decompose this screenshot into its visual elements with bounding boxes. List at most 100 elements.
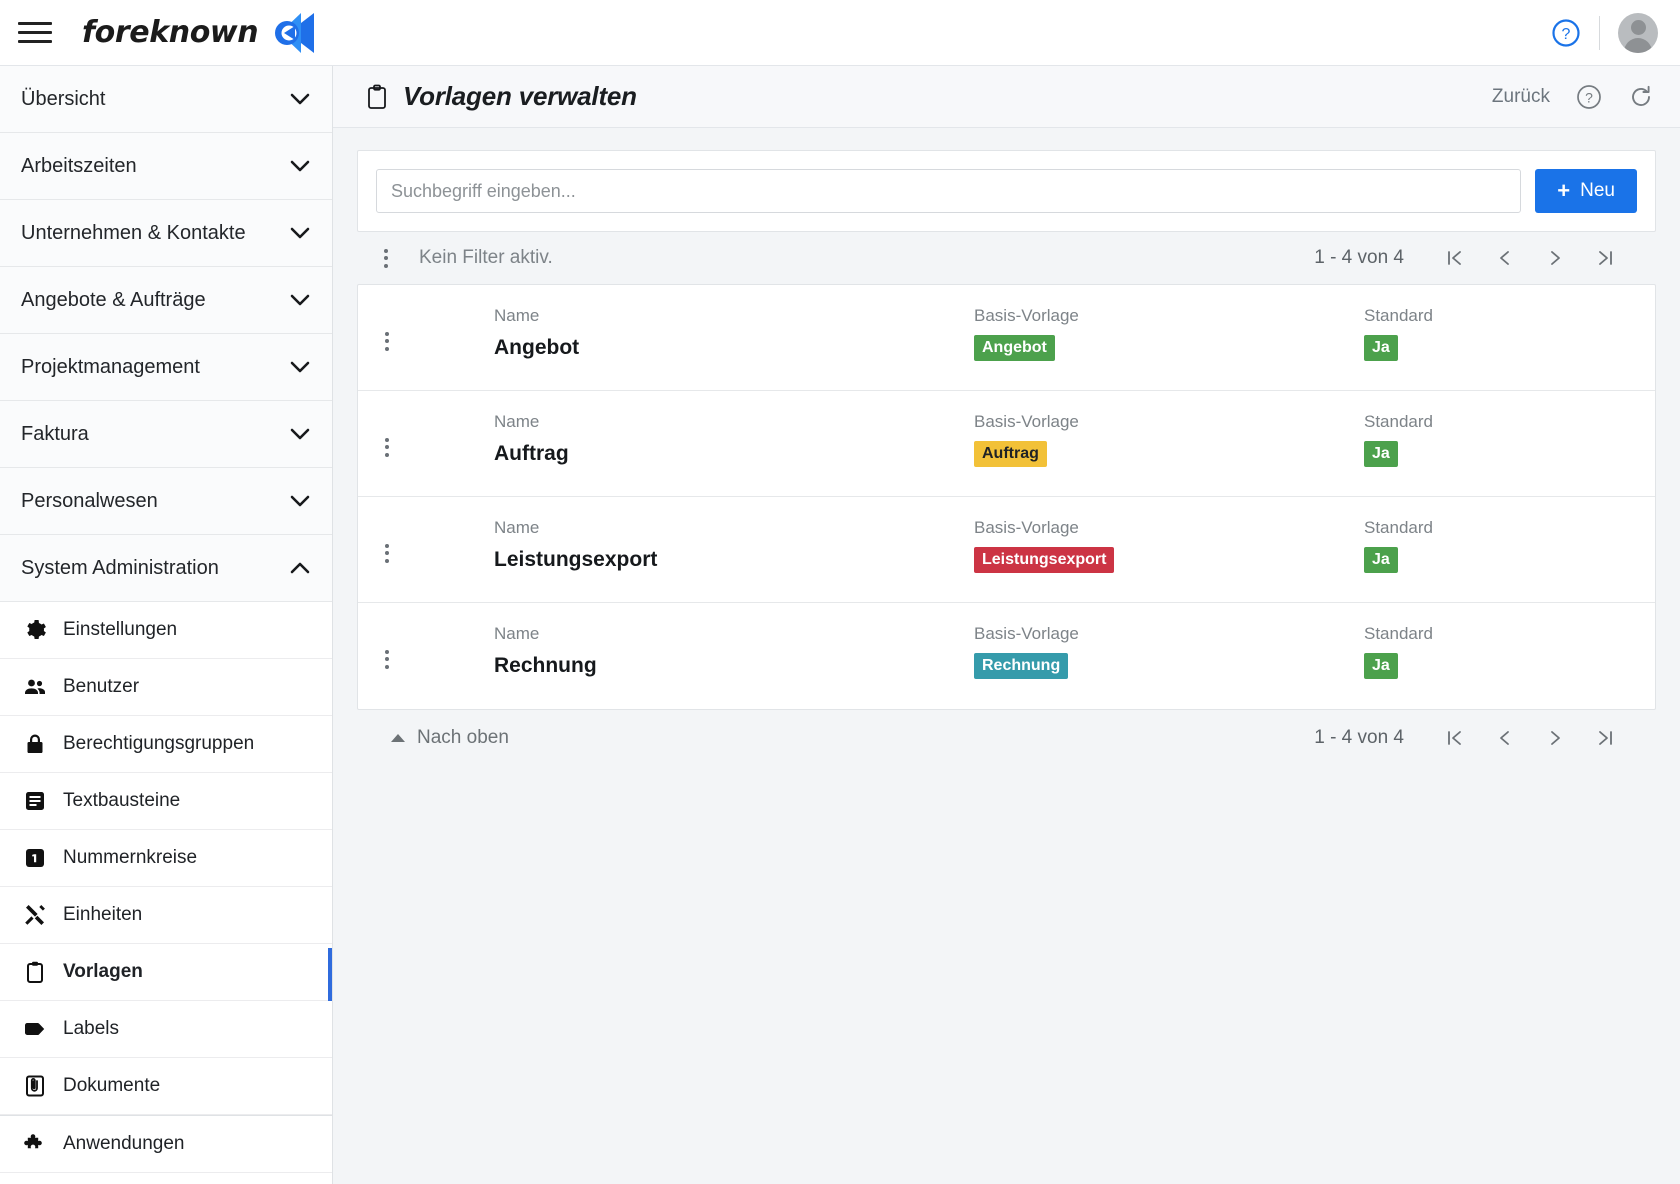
sidebar-item-berechtigungsgruppen[interactable]: Berechtigungsgruppen <box>0 716 332 773</box>
sidebar-item-vorlagen[interactable]: Vorlagen <box>0 944 332 1004</box>
caret-up-icon <box>391 734 405 742</box>
sidebar-item-einheiten[interactable]: Einheiten <box>0 887 332 944</box>
back-button[interactable]: Zurück <box>1492 86 1550 108</box>
kebab-menu-icon[interactable] <box>376 435 398 459</box>
sidebar-item-label: Berechtigungsgruppen <box>63 733 255 754</box>
chevron-down-icon <box>290 294 310 306</box>
sidebar-item-label: Vorlagen <box>63 961 143 982</box>
sidebar-item-einstellungen[interactable]: Einstellungen <box>0 602 332 659</box>
standard-badge: Ja <box>1364 546 1398 574</box>
filter-bar: Kein Filter aktiv. 1 - 4 von 4 <box>357 232 1656 284</box>
sidebar-item-textbausteine[interactable]: Textbausteine <box>0 773 332 830</box>
cell-basis-vorlage: Basis-Vorlage Rechnung <box>974 624 1364 680</box>
avatar[interactable] <box>1618 12 1658 53</box>
sidebar-item-dokumente[interactable]: Dokumente <box>0 1058 332 1115</box>
chevron-down-icon <box>290 495 310 507</box>
gear-icon <box>27 620 46 639</box>
sidebar-item-label: Textbausteine <box>63 790 181 811</box>
content-area: + Neu Kein Filter aktiv. 1 - 4 von 4 <box>333 128 1680 766</box>
first-page-icon[interactable] <box>1430 240 1480 276</box>
first-page-icon[interactable] <box>1430 720 1480 756</box>
sidebar-group-system-administration[interactable]: System Administration <box>0 535 332 602</box>
table-row[interactable]: Name Angebot Basis-Vorlage Angebot Stand… <box>358 285 1655 391</box>
new-button-label: Neu <box>1580 180 1615 201</box>
chevron-up-icon <box>290 562 310 574</box>
cell-name: Name Auftrag <box>494 412 974 466</box>
kebab-menu-icon[interactable] <box>375 246 397 270</box>
table-row[interactable]: Name Leistungsexport Basis-Vorlage Leist… <box>358 497 1655 603</box>
sidebar-group-angebote-auftraege[interactable]: Angebote & Aufträge <box>0 267 332 334</box>
scroll-to-top-button[interactable]: Nach oben <box>391 727 509 749</box>
people-icon <box>25 679 45 694</box>
column-header-standard: Standard <box>1364 518 1433 537</box>
sidebar-item-label: Anwendungen <box>63 1133 185 1154</box>
sidebar-group-personalwesen[interactable]: Personalwesen <box>0 468 332 535</box>
basis-vorlage-badge: Angebot <box>974 334 1055 362</box>
sidebar-group-uebersicht[interactable]: Übersicht <box>0 66 332 133</box>
app-topbar: foreknown ? <box>0 0 1680 66</box>
sidebar-group-faktura[interactable]: Faktura <box>0 401 332 468</box>
search-input[interactable] <box>376 169 1522 213</box>
standard-badge: Ja <box>1364 334 1398 362</box>
sidebar-item-label: Dokumente <box>63 1075 161 1096</box>
page-header: Vorlagen verwalten Zurück ? <box>333 66 1680 128</box>
last-page-icon[interactable] <box>1580 240 1630 276</box>
sidebar-group-arbeitszeiten[interactable]: Arbeitszeiten <box>0 133 332 200</box>
cell-standard: Standard Ja <box>1364 624 1629 680</box>
sidebar-group-label: Personalwesen <box>21 489 158 512</box>
text-block-icon <box>26 792 44 810</box>
last-page-icon[interactable] <box>1580 720 1630 756</box>
sidebar-group-label: System Administration <box>21 556 219 579</box>
scroll-to-top-label: Nach oben <box>417 727 509 748</box>
document-attachment-icon <box>26 1075 44 1097</box>
new-button[interactable]: + Neu <box>1535 169 1637 213</box>
help-circle-icon[interactable]: ? <box>1551 18 1581 48</box>
cell-standard: Standard Ja <box>1364 412 1629 468</box>
table-row[interactable]: Name Auftrag Basis-Vorlage Auftrag Stand… <box>358 391 1655 497</box>
pagination-bottom: 1 - 4 von 4 <box>1314 720 1630 756</box>
chevron-down-icon <box>290 93 310 105</box>
sidebar-item-labels[interactable]: Labels <box>0 1001 332 1058</box>
refresh-icon[interactable] <box>1628 84 1654 110</box>
puzzle-piece-icon <box>24 1134 42 1149</box>
hamburger-menu-icon[interactable] <box>18 19 52 47</box>
number-one-box-icon <box>26 849 44 867</box>
main-content: Vorlagen verwalten Zurück ? + Neu <box>333 66 1680 1184</box>
cell-name: Name Leistungsexport <box>494 518 974 572</box>
template-name: Leistungsexport <box>494 547 658 571</box>
help-circle-outline-icon[interactable]: ? <box>1576 84 1602 110</box>
clipboard-icon <box>27 961 43 983</box>
sidebar-group-unternehmen-kontakte[interactable]: Unternehmen & Kontakte <box>0 200 332 267</box>
kebab-menu-icon[interactable] <box>376 329 398 353</box>
clipboard-icon <box>368 84 386 109</box>
next-page-icon[interactable] <box>1530 240 1580 276</box>
pagination-top: 1 - 4 von 4 <box>1314 240 1630 276</box>
sidebar-group-label: Projektmanagement <box>21 355 200 378</box>
column-header-basis-vorlage: Basis-Vorlage <box>974 624 1079 643</box>
sidebar-group-label: Arbeitszeiten <box>21 154 137 177</box>
basis-vorlage-badge: Auftrag <box>974 440 1047 468</box>
prev-page-icon[interactable] <box>1480 720 1530 756</box>
prev-page-icon[interactable] <box>1480 240 1530 276</box>
pagination-count: 1 - 4 von 4 <box>1314 247 1404 268</box>
sidebar-item-label: Labels <box>63 1018 119 1039</box>
next-page-icon[interactable] <box>1530 720 1580 756</box>
plus-icon: + <box>1557 178 1571 203</box>
sidebar-group-label: Angebote & Aufträge <box>21 288 206 311</box>
kebab-menu-icon[interactable] <box>376 647 398 671</box>
column-header-name: Name <box>494 306 540 325</box>
sidebar-item-nummernkreise[interactable]: Nummernkreise <box>0 830 332 887</box>
search-panel: + Neu <box>357 150 1656 232</box>
column-header-name: Name <box>494 412 540 431</box>
brand-logo[interactable]: foreknown <box>82 11 316 55</box>
sidebar-group-projektmanagement[interactable]: Projektmanagement <box>0 334 332 401</box>
sidebar-item-anwendungen[interactable]: Anwendungen <box>0 1116 332 1173</box>
chevron-down-icon <box>290 428 310 440</box>
column-header-standard: Standard <box>1364 624 1433 643</box>
tag-icon <box>25 1023 45 1035</box>
kebab-menu-icon[interactable] <box>376 541 398 565</box>
brand-name: foreknown <box>82 15 259 50</box>
table-row[interactable]: Name Rechnung Basis-Vorlage Rechnung Sta… <box>358 603 1655 709</box>
sidebar-item-benutzer[interactable]: Benutzer <box>0 659 332 716</box>
basis-vorlage-badge: Leistungsexport <box>974 546 1115 574</box>
